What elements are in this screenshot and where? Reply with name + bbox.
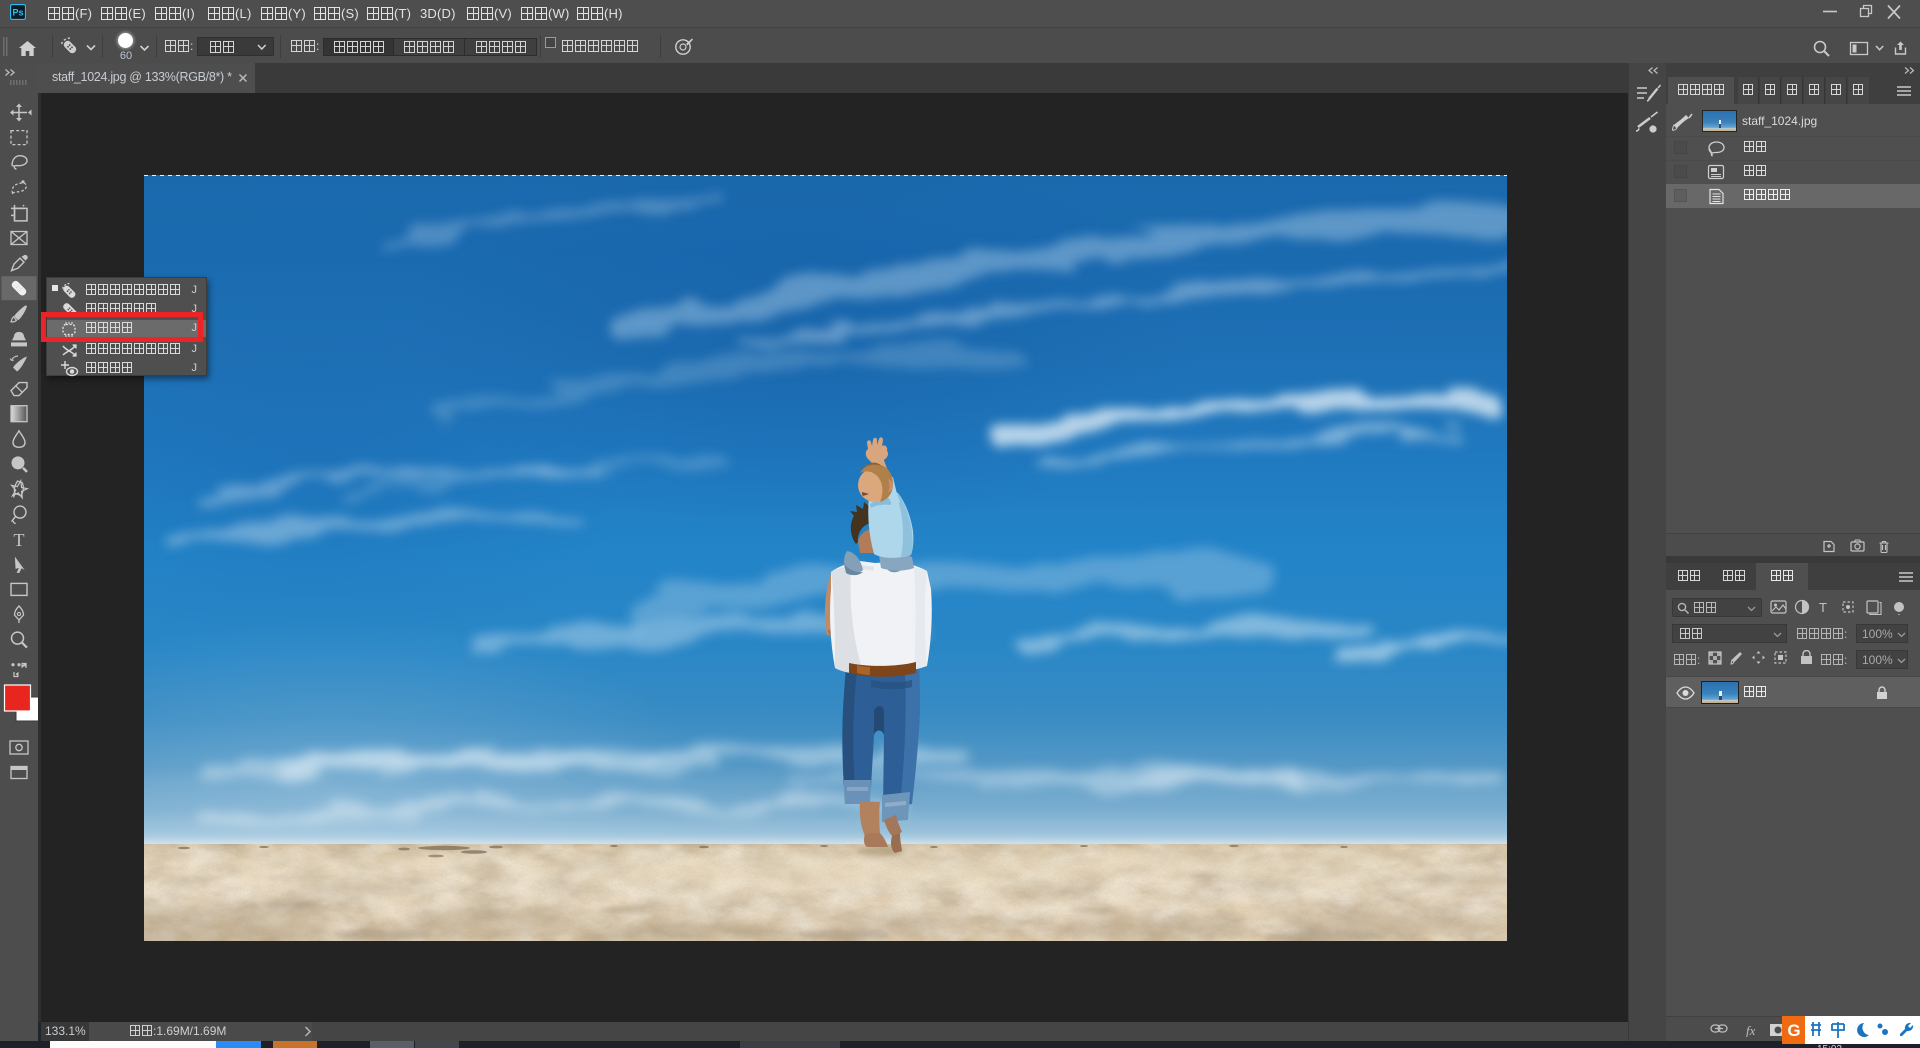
svg-text:T: T — [1819, 600, 1827, 615]
svg-text:fx: fx — [1746, 1023, 1756, 1037]
svg-text:G: G — [1787, 1021, 1800, 1040]
svg-text:T: T — [14, 530, 25, 550]
svg-text:Ps: Ps — [12, 8, 23, 18]
